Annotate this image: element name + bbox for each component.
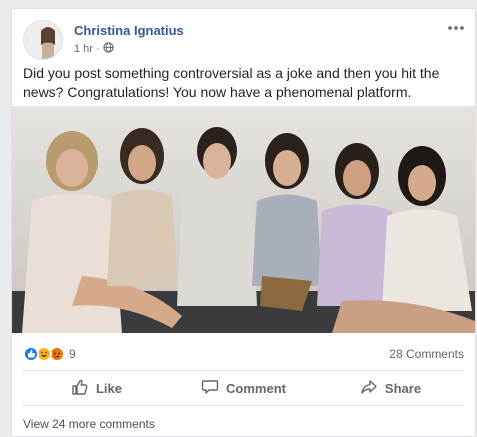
thumbs-up-icon bbox=[71, 378, 89, 399]
feed-post: Christina Ignatius 1 hr · Did you post s… bbox=[11, 8, 476, 437]
author-avatar[interactable] bbox=[23, 20, 63, 60]
post-text: Did you post something controversial as … bbox=[23, 65, 440, 100]
share-label: Share bbox=[384, 380, 422, 396]
post-stats: 9 28 Comments bbox=[23, 344, 464, 364]
comments-count-link[interactable]: 28 Comments bbox=[389, 347, 464, 361]
comment-label: Comment bbox=[226, 380, 286, 396]
comment-button[interactable]: Comment bbox=[170, 378, 317, 399]
share-button[interactable]: Share bbox=[317, 378, 464, 399]
action-bar: Like Comment Share bbox=[23, 370, 464, 406]
post-photo[interactable] bbox=[12, 106, 475, 333]
like-button[interactable]: Like bbox=[23, 378, 170, 399]
post-timestamp[interactable]: 1 hr bbox=[74, 43, 93, 55]
share-arrow-icon bbox=[360, 378, 378, 399]
group-photo bbox=[12, 106, 475, 333]
post-header: Christina Ignatius 1 hr · bbox=[23, 20, 464, 60]
avatar-photo bbox=[24, 21, 62, 59]
like-reaction-icon bbox=[23, 346, 39, 362]
reaction-count: 9 bbox=[69, 347, 76, 361]
like-label: Like bbox=[95, 380, 122, 396]
author-name[interactable]: Christina Ignatius bbox=[74, 23, 184, 38]
post-meta: 1 hr · bbox=[74, 42, 114, 56]
view-more-comments-link[interactable]: View 24 more comments bbox=[23, 417, 155, 431]
more-options-icon[interactable] bbox=[448, 18, 464, 36]
reactions-summary[interactable]: 9 bbox=[23, 346, 76, 362]
speech-bubble-icon bbox=[201, 378, 219, 399]
globe-icon bbox=[102, 42, 114, 56]
meta-separator: · bbox=[95, 43, 100, 55]
